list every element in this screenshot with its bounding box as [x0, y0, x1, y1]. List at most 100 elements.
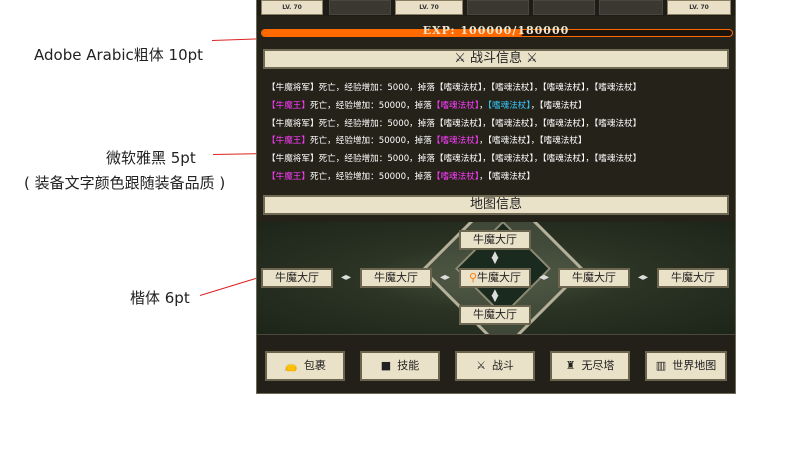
battle-log-segment: ， — [585, 118, 594, 129]
battle-log-line: 【牛魔将军】死亡，经验增加：5000，掉落【嗜魂法杖】，【嗜魂法杖】，【嗜魂法杖… — [267, 151, 731, 169]
battle-button[interactable]: ⚔ 战斗 — [455, 351, 535, 381]
battle-log-segment: ， — [585, 154, 594, 165]
battle-log-segment: 【牛魔将军】死亡，经验增加：5000，掉落 — [267, 154, 435, 165]
level-label: LV. 70 — [419, 4, 439, 11]
battle-log-segment: 【嗜魂法杖】 — [594, 154, 642, 165]
battle-log-segment: 【嗜魂法杖】 — [434, 154, 483, 165]
battle-log-segment: 【嗜魂法杖】 — [539, 136, 587, 147]
map-node-east[interactable]: 牛魔大厅 — [558, 268, 630, 288]
battle-info-title: ⚔ 战斗信息 ⚔ — [263, 49, 729, 69]
tower-button[interactable]: ♜ 无尽塔 — [550, 351, 630, 381]
bag-button[interactable]: 👝 包裹 — [265, 351, 345, 381]
annotation-map-font: 楷体 6pt — [130, 289, 190, 307]
map-node-west[interactable]: 牛魔大厅 — [360, 268, 432, 288]
battle-log-segment: 【嗜魂法杖】 — [490, 83, 534, 93]
world-map-button-label: 世界地图 — [672, 359, 717, 372]
map-node-north[interactable]: 牛魔大厅 — [459, 230, 531, 250]
battle-log-line: 【牛魔王】死亡，经验增加：50000，掉落【嗜魂法杖】，【嗜魂法杖】 — [267, 169, 731, 187]
battle-log-line: 【牛魔将军】死亡，经验增加：5000，掉落【嗜魂法杖】，【嗜魂法杖】，【嗜魂法杖… — [267, 116, 731, 134]
map-area: 牛魔大厅 ▲ ▼ 牛魔大厅 ◂▸ 牛魔大厅 ◂▸ ⚲牛魔大厅 ◂▸ 牛魔大厅 ◂▸… — [257, 222, 735, 334]
book-icon: ■ — [380, 359, 392, 372]
battle-log-segment: ， — [479, 100, 488, 111]
battle-log-line: 【牛魔将军】死亡，经验增加：5000，掉落【嗜魂法杖】，【嗜魂法杖】，【嗜魂法杖… — [267, 80, 731, 98]
level-label: LV. 70 — [282, 4, 302, 11]
arrow-horizontal-icon: ◂▸ — [538, 272, 550, 283]
skills-button[interactable]: ■ 技能 — [360, 351, 440, 381]
map-node-label: 牛魔大厅 — [671, 271, 715, 284]
battle-log-line: 【牛魔王】死亡，经验增加：50000，掉落【嗜魂法杖】，【嗜魂法杖】，【嗜魂法杖… — [267, 98, 731, 116]
battle-log-segment: 【嗜魂法杖】 — [490, 118, 534, 129]
exp-text: EXP: 100000/180000 — [422, 24, 570, 37]
battle-log-segment: 【嗜魂法杖】 — [542, 83, 586, 93]
annotation-log-note: ( 装备文字颜色跟随装备品质 ) — [24, 174, 226, 192]
battle-log-segment: 【牛魔王】 — [267, 136, 310, 147]
battle-info-title-text: 战斗信息 — [469, 51, 522, 66]
battle-log-segment: 【牛魔将军】死亡，经验增加：5000，掉落 — [267, 118, 435, 129]
battle-log-segment: ， — [482, 118, 491, 129]
battle-log-segment: 【嗜魂法杖】 — [431, 171, 480, 182]
battle-log-segment: ， — [482, 83, 491, 93]
bag-button-label: 包裹 — [303, 359, 326, 372]
battle-log: 【牛魔将军】死亡，经验增加：5000，掉落【嗜魂法杖】，【嗜魂法杖】，【嗜魂法杖… — [267, 80, 731, 187]
battle-log-segment: 【嗜魂法杖】 — [431, 100, 480, 111]
annotation-log-font: 微软雅黑 5pt — [106, 149, 196, 167]
arrow-vertical-icon: ▲ ▼ — [491, 250, 499, 266]
skills-button-label: 技能 — [397, 359, 420, 372]
tower-icon: ♜ — [565, 359, 576, 372]
map-node-label: 牛魔大厅 — [275, 271, 319, 284]
map-node-far-east[interactable]: 牛魔大厅 — [657, 268, 729, 288]
game-window: LV. 70 LV. 70 LV. 70 EXP: 100000/180000 … — [256, 0, 736, 394]
map-node-far-west[interactable]: 牛魔大厅 — [261, 268, 333, 288]
map-node-label: 牛魔大厅 — [477, 271, 522, 284]
battle-log-segment: 【嗜魂法杖】 — [594, 83, 642, 93]
battle-log-segment: ， — [585, 83, 594, 93]
battle-log-segment: 【嗜魂法杖】 — [434, 118, 483, 129]
battle-log-segment: 【嗜魂法杖】 — [542, 154, 586, 165]
map-info-title: 地图信息 — [263, 195, 729, 215]
equipment-slot-level[interactable]: LV. 70 — [667, 0, 731, 15]
battle-log-segment: 死亡，经验增加：50000，掉落 — [309, 100, 432, 111]
map-icon: ▥ — [655, 359, 667, 372]
tower-button-label: 无尽塔 — [581, 359, 615, 372]
battle-log-segment: 【嗜魂法杖】 — [594, 118, 642, 129]
battle-log-segment: 【牛魔王】 — [267, 100, 310, 111]
world-map-button[interactable]: ▥ 世界地图 — [645, 351, 727, 381]
arrow-horizontal-icon: ◂▸ — [340, 272, 352, 283]
map-node-current[interactable]: ⚲牛魔大厅 — [459, 268, 531, 288]
battle-log-segment: 【牛魔王】 — [267, 171, 310, 182]
battle-log-segment: 死亡，经验增加：50000，掉落 — [309, 136, 432, 147]
equipment-strip: LV. 70 LV. 70 LV. 70 — [257, 0, 735, 16]
equipment-slot[interactable] — [467, 0, 529, 15]
map-node-label: 牛魔大厅 — [473, 308, 517, 321]
battle-log-segment: 【嗜魂法杖】 — [487, 171, 535, 182]
annotation-line-map — [199, 275, 264, 296]
equipment-slot[interactable] — [533, 0, 595, 15]
equipment-slot[interactable] — [599, 0, 663, 15]
map-node-south[interactable]: 牛魔大厅 — [459, 305, 531, 325]
annotation-line-exp — [211, 38, 262, 41]
bottom-nav: 👝 包裹 ■ 技能 ⚔ 战斗 ♜ 无尽塔 ▥ 世界地图 — [257, 334, 735, 393]
battle-log-segment: 【嗜魂法杖】 — [431, 136, 480, 147]
arrow-horizontal-icon: ◂▸ — [637, 272, 649, 283]
battle-log-segment: ， — [479, 136, 488, 147]
map-node-label: 牛魔大厅 — [572, 271, 616, 284]
battle-button-label: 战斗 — [491, 359, 514, 372]
battle-log-segment: 【牛魔将军】死亡，经验增加：5000，掉落 — [267, 83, 435, 93]
battle-log-line: 【牛魔王】死亡，经验增加：50000，掉落【嗜魂法杖】，【嗜魂法杖】，【嗜魂法杖… — [267, 133, 731, 151]
crossed-swords-icon: ⚔ — [476, 359, 486, 372]
arrow-vertical-icon: ▲ ▼ — [491, 288, 499, 304]
crossed-swords-icon: ⚔ — [526, 51, 538, 66]
level-label: LV. 70 — [689, 4, 709, 11]
equipment-slot-level[interactable]: LV. 70 — [261, 0, 323, 15]
battle-log-segment: 【嗜魂法杖】 — [539, 100, 587, 111]
battle-log-segment: ， — [479, 171, 488, 182]
map-node-label: 牛魔大厅 — [473, 233, 517, 246]
annotation-exp-font: Adobe Arabic粗体 10pt — [34, 46, 204, 64]
map-node-label: 牛魔大厅 — [374, 271, 418, 284]
location-pin-icon: ⚲ — [468, 271, 478, 284]
battle-log-segment: 【嗜魂法杖】 — [434, 83, 483, 93]
map-info-title-text: 地图信息 — [469, 197, 522, 212]
equipment-slot[interactable] — [329, 0, 391, 15]
bag-icon: 👝 — [284, 359, 298, 372]
equipment-slot-level[interactable]: LV. 70 — [395, 0, 463, 15]
